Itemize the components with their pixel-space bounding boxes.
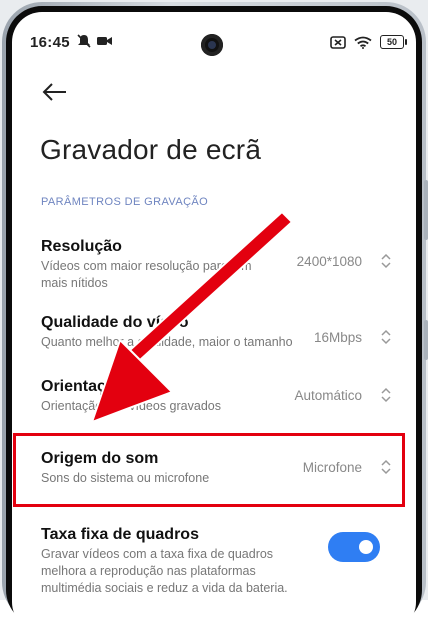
setting-subtitle: Orientação dos vídeos gravados: [41, 399, 221, 413]
wifi-icon: [354, 36, 372, 49]
setting-orientation[interactable]: Orientação Orientação dos vídeos gravado…: [12, 374, 416, 424]
chevron-up-down-icon: [381, 253, 391, 269]
section-header: PARÂMETROS DE GRAVAÇÃO: [41, 196, 209, 208]
setting-value: Automático: [294, 388, 362, 403]
setting-value: 16Mbps: [313, 330, 362, 345]
setting-title: Qualidade do vídeo: [41, 314, 189, 331]
setting-subtitle: Quanto melhor a qualidade, maior o taman…: [41, 335, 293, 349]
setting-subtitle: Vídeos com maior resolução parecem mais …: [41, 259, 252, 290]
toggle-knob: [359, 540, 373, 554]
chevron-up-down-icon: [381, 329, 391, 345]
battery-icon: 50: [380, 35, 407, 49]
setting-resolution[interactable]: Resolução Vídeos com maior resolução par…: [12, 226, 416, 290]
screen: 16:45 50 Gravador de ecrã PARÂMETROS DE …: [12, 12, 416, 632]
front-camera: [201, 34, 223, 56]
video-camera-icon: [97, 37, 112, 45]
mute-icon: [77, 34, 91, 48]
status-icons-right: 50: [330, 35, 407, 49]
setting-title: Resolução: [41, 238, 122, 255]
chevron-up-down-icon: [381, 387, 391, 403]
status-bar: 16:45 50: [12, 12, 416, 56]
power-button: [424, 320, 428, 360]
fixed-frame-rate-toggle[interactable]: [328, 532, 380, 562]
setting-title: Orientação: [41, 378, 125, 395]
back-button[interactable]: [40, 78, 70, 108]
setting-title: Taxa fixa de quadros: [41, 526, 199, 543]
setting-value: 2400*1080: [296, 254, 362, 269]
battery-level: 50: [386, 37, 397, 47]
no-sim-icon: [330, 35, 346, 49]
status-time: 16:45: [30, 34, 70, 51]
page-title: Gravador de ecrã: [40, 134, 262, 165]
status-icons-left: [76, 34, 113, 48]
setting-video-quality[interactable]: Qualidade do vídeo Quanto melhor a quali…: [12, 306, 416, 356]
arrow-left-icon: [42, 83, 66, 101]
setting-subtitle: Gravar vídeos com a taxa fixa de quadros…: [41, 547, 288, 595]
volume-button: [424, 180, 428, 240]
highlight-box: [13, 433, 405, 507]
